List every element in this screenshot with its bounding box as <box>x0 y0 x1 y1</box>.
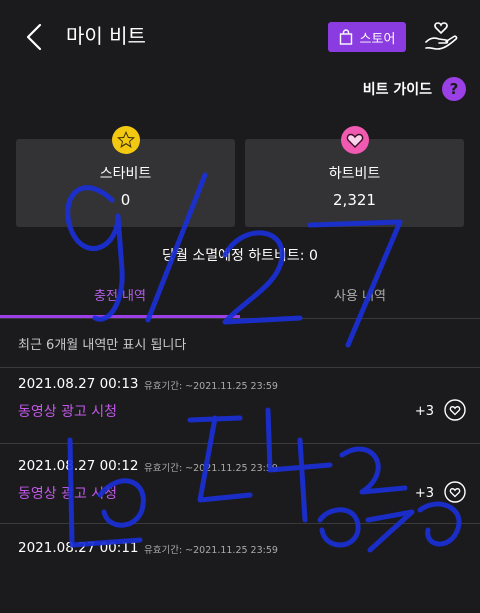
back-arrow-icon[interactable] <box>22 22 46 52</box>
history-name: 동영상 광고 시청 <box>18 404 118 420</box>
divider <box>0 443 480 444</box>
divider <box>0 523 480 524</box>
heart-outline-icon <box>444 399 466 421</box>
history-amount: +3 <box>414 404 434 419</box>
question-icon: ? <box>442 77 466 101</box>
heart-beat-label: 하트비트 <box>328 166 381 182</box>
heart-icon <box>340 126 369 154</box>
heart-beat-card: 하트비트 2,321 <box>245 126 464 227</box>
divider <box>0 367 480 368</box>
tab-charge-history[interactable]: 충전 내역 <box>0 284 240 318</box>
history-period-info: 최근 6개월 내역만 표시 됩니다 <box>18 338 187 353</box>
heart-beat-value: 2,321 <box>333 191 376 209</box>
page-title: 마이 비트 <box>66 24 146 48</box>
history-amount: +3 <box>414 486 434 501</box>
app-header: 마이 비트 스토어 <box>0 0 480 72</box>
history-row[interactable]: 2021.08.27 00:13 유효기간: ~2021.11.25 23:59… <box>0 369 480 449</box>
shopping-bag-icon <box>339 29 352 45</box>
beat-guide-link[interactable]: 비트 가이드 ? <box>363 76 466 102</box>
hand-heart-icon[interactable] <box>424 20 460 54</box>
beat-guide-label: 비트 가이드 <box>362 82 432 98</box>
star-icon <box>111 126 140 154</box>
history-date: 2021.08.27 00:11 <box>18 540 139 556</box>
history-row[interactable]: 2021.08.27 00:11 유효기간: ~2021.11.25 23:59 <box>0 533 480 613</box>
star-beat-card: 스타비트 0 <box>16 126 235 227</box>
history-validity: 유효기간: ~2021.11.25 23:59 <box>144 463 278 474</box>
star-beat-label: 스타비트 <box>99 166 152 182</box>
history-validity: 유효기간: ~2021.11.25 23:59 <box>144 381 278 392</box>
history-date: 2021.08.27 00:12 <box>18 458 139 474</box>
history-tabs: 충전 내역 사용 내역 <box>0 284 480 319</box>
history-row[interactable]: 2021.08.27 00:12 유효기간: ~2021.11.25 23:59… <box>0 451 480 531</box>
history-date: 2021.08.27 00:13 <box>18 376 139 392</box>
star-beat-value: 0 <box>120 191 131 209</box>
tab-usage-history[interactable]: 사용 내역 <box>240 284 480 318</box>
expiring-heartbeat-notice: 당월 소멸예정 하트비트: 0 <box>162 248 318 264</box>
history-validity: 유효기간: ~2021.11.25 23:59 <box>144 545 278 556</box>
store-button[interactable]: 스토어 <box>328 22 406 52</box>
heart-outline-icon <box>444 481 466 503</box>
store-button-label: 스토어 <box>359 31 396 47</box>
history-name: 동영상 광고 시청 <box>18 486 118 502</box>
